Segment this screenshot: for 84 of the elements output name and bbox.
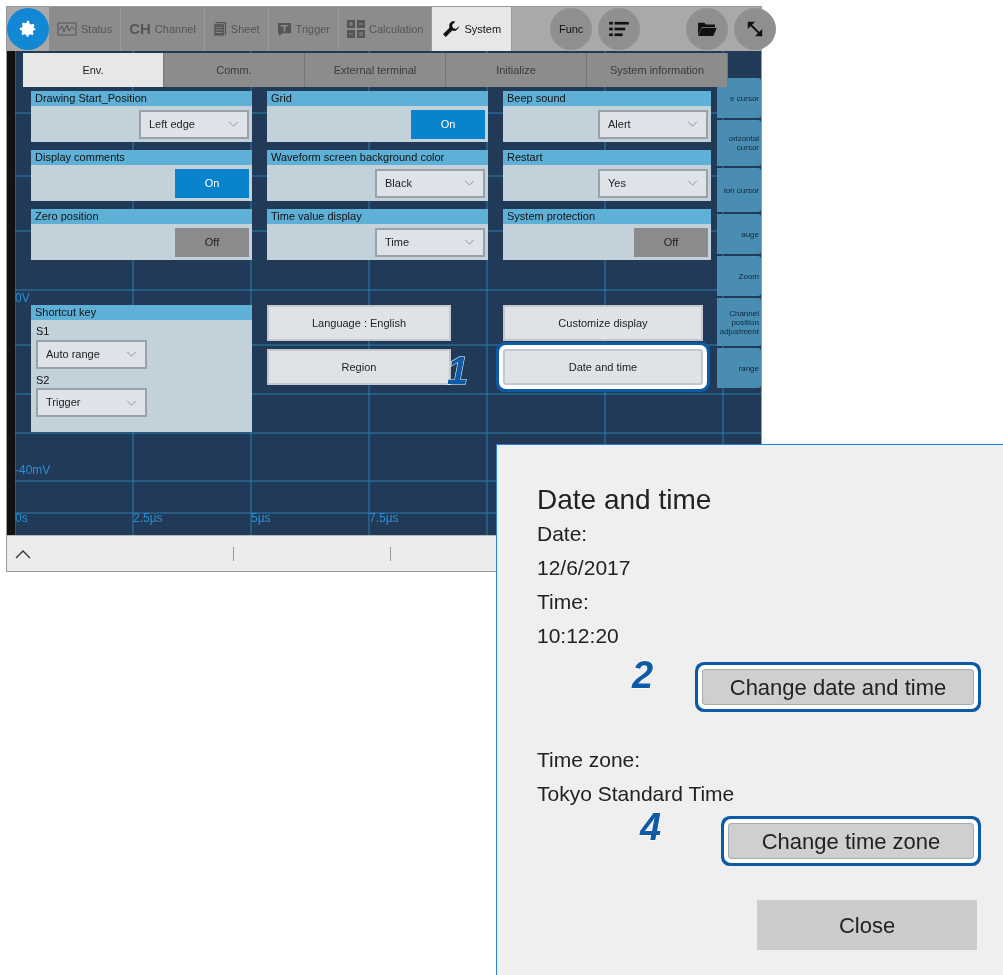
sidebar-button[interactable]: auge: [717, 214, 761, 254]
panel-title: Zero position: [31, 209, 252, 224]
toggle-button[interactable]: Off: [634, 227, 708, 257]
dropdown-value: Black: [385, 175, 412, 191]
close-button[interactable]: Close: [757, 900, 977, 950]
dropdown[interactable]: Left edge: [139, 109, 249, 139]
panel-title: Grid: [267, 91, 488, 106]
waveform-icon: [57, 22, 77, 36]
chevron-down-icon: [126, 351, 137, 357]
sidebar-button[interactable]: range: [717, 348, 761, 388]
sheets-icon: [212, 21, 227, 37]
list-icon: [609, 21, 630, 37]
field-label: Date:: [537, 521, 589, 547]
trigger-icon: [276, 21, 292, 37]
sidebar-button[interactable]: orizontal cursor: [717, 120, 761, 166]
panel-title: System protection: [503, 209, 711, 224]
folder-icon: [697, 21, 718, 37]
dropdown-value: Alert: [608, 116, 631, 132]
panel-title: Beep sound: [503, 91, 711, 106]
dropdown[interactable]: Alert: [598, 109, 708, 139]
dialog-title: Date and time: [537, 483, 713, 517]
field-label: Time zone:: [537, 747, 642, 773]
dropdown[interactable]: Black: [375, 168, 485, 198]
chevron-down-icon: [228, 121, 239, 127]
time-zone-value: Tokyo Standard Time: [537, 781, 736, 807]
step-number: 4: [640, 808, 662, 846]
axis-label: 7.5µs: [369, 510, 399, 527]
toggle-button[interactable]: Off: [175, 227, 249, 257]
tab[interactable]: Initialize: [446, 53, 587, 87]
dropdown-value: Trigger: [46, 395, 81, 411]
tab[interactable]: System information: [587, 53, 728, 87]
field-label: S1: [35, 324, 51, 339]
expand-icon: [746, 20, 765, 38]
tab-label: System: [464, 21, 502, 37]
dropdown[interactable]: Auto range: [36, 339, 147, 369]
panel-title: Time value display: [267, 209, 488, 224]
folder-button[interactable]: [686, 8, 729, 50]
toggle-button[interactable]: On: [175, 168, 249, 198]
dropdown[interactable]: Trigger: [36, 388, 147, 417]
sidebar-button[interactable]: e cursor: [717, 78, 761, 118]
panel-title: Waveform screen background color: [267, 150, 488, 165]
sidebar-button[interactable]: ion cursor: [717, 168, 761, 212]
chevron-up-icon[interactable]: [15, 548, 31, 559]
panel-title: Drawing Start_Position: [31, 91, 252, 106]
axis-label: 5µs: [251, 510, 271, 527]
axis-label: -40mV: [15, 462, 51, 479]
wrench-icon: [442, 20, 461, 38]
dropdown-value: Yes: [608, 175, 626, 191]
step-number: 2: [632, 656, 654, 694]
panel-title: Shortcut key: [31, 305, 252, 320]
button[interactable]: Customize display: [503, 305, 703, 341]
dropdown[interactable]: Time: [375, 227, 485, 257]
tab[interactable]: Env.: [23, 53, 164, 87]
button[interactable]: Language : English: [267, 305, 451, 341]
chevron-down-icon: [687, 180, 698, 186]
chevron-down-icon: [464, 239, 475, 245]
dropdown-value: Auto range: [46, 346, 100, 362]
axis-label: 0s: [15, 510, 28, 527]
field-label: Time:: [537, 589, 590, 615]
field-label: S2: [35, 372, 51, 388]
list-button[interactable]: [598, 8, 641, 50]
time-value: 10:12:20: [537, 623, 620, 649]
dropdown[interactable]: Yes: [598, 168, 708, 198]
chevron-down-icon: [464, 180, 475, 186]
settings-button[interactable]: [7, 8, 49, 50]
tab[interactable]: System: [432, 7, 513, 51]
resize-button[interactable]: [734, 8, 777, 50]
settings-icon: [17, 18, 39, 40]
func-button[interactable]: Func: [550, 8, 593, 50]
tab[interactable]: External terminal: [305, 53, 446, 87]
axis-label: 2.5µs: [133, 510, 163, 527]
panel-title: Restart: [503, 150, 711, 165]
sidebar-button[interactable]: Channel position adjustment: [717, 298, 761, 346]
date-value: 12/6/2017: [537, 555, 632, 581]
chevron-down-icon: [126, 399, 137, 406]
tab[interactable]: Comm.: [164, 53, 305, 87]
calculator-icon: [347, 20, 366, 38]
panel-title: Display comments: [31, 150, 252, 165]
dropdown-value: Left edge: [149, 116, 195, 132]
axis-label: 0V: [15, 290, 30, 307]
toggle-button[interactable]: On: [411, 109, 485, 139]
dropdown-value: Time: [385, 234, 410, 250]
sidebar-button[interactable]: Zoom: [717, 256, 761, 296]
chevron-down-icon: [687, 121, 698, 127]
